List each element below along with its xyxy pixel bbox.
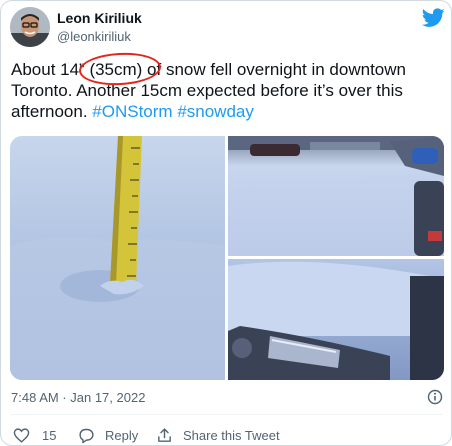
ruler-in-snow-photo[interactable] bbox=[10, 136, 225, 380]
author-name[interactable]: Leon Kiriliuk bbox=[57, 10, 142, 26]
share-label: Share this Tweet bbox=[183, 427, 280, 443]
avatar[interactable] bbox=[10, 7, 50, 47]
share-icon bbox=[158, 427, 171, 442]
like-button[interactable]: 15 bbox=[13, 425, 56, 445]
divider bbox=[11, 414, 443, 415]
info-icon[interactable] bbox=[427, 389, 443, 405]
like-count: 15 bbox=[42, 427, 57, 443]
reply-label: Reply bbox=[105, 427, 139, 443]
reply-icon bbox=[79, 428, 94, 443]
hashtag-snowday[interactable]: #snowday bbox=[177, 102, 254, 121]
snow-covered-car-photo[interactable] bbox=[228, 259, 444, 380]
twitter-bird-icon[interactable] bbox=[422, 8, 445, 28]
avatar-photo bbox=[10, 7, 50, 47]
share-button[interactable]: Share this Tweet bbox=[156, 425, 280, 445]
snowy-street-photo[interactable] bbox=[228, 136, 444, 256]
hashtag-onstorm[interactable]: #ONStorm bbox=[92, 102, 172, 121]
media-grid bbox=[10, 136, 444, 380]
author-handle[interactable]: @leonkiriliuk bbox=[57, 29, 131, 44]
heart-icon bbox=[13, 427, 30, 443]
tweet-text: About 14” (35cm) of snow fell overnight … bbox=[11, 59, 447, 122]
tweet-card: Leon Kiriliuk @leonkiriliuk About 14” (3… bbox=[0, 0, 452, 446]
reply-button[interactable]: Reply bbox=[78, 425, 138, 445]
tweet-timestamp[interactable]: 7:48 AM · Jan 17, 2022 bbox=[11, 390, 145, 405]
